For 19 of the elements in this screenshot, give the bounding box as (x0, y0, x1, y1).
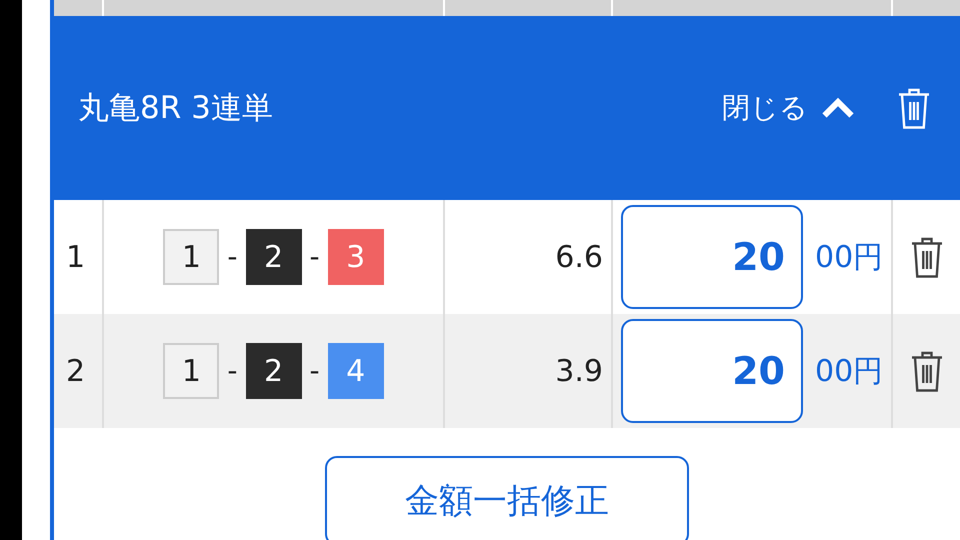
separator: - (227, 353, 238, 389)
separator: - (227, 239, 238, 275)
amount-field[interactable]: 20 (621, 205, 803, 309)
close-toggle[interactable]: 閉じる (722, 87, 856, 129)
number-box: 1 (163, 343, 220, 399)
bulk-edit-button[interactable]: 金額一括修正 (325, 456, 689, 540)
number-box: 3 (328, 229, 384, 285)
odds-value: 3.9 (445, 314, 613, 428)
number-box: 2 (246, 343, 302, 399)
number-box: 2 (246, 229, 302, 285)
panel-title: 丸亀8R 3連単 (78, 88, 274, 128)
separator: - (310, 353, 320, 389)
number-box: 4 (328, 343, 384, 399)
number-box: 1 (163, 229, 220, 285)
amount-unit: 00円 (815, 352, 884, 390)
row-number: 2 (54, 314, 104, 428)
separator: - (310, 239, 320, 275)
amount-field[interactable]: 20 (621, 319, 803, 423)
amount-unit: 00円 (815, 238, 884, 276)
